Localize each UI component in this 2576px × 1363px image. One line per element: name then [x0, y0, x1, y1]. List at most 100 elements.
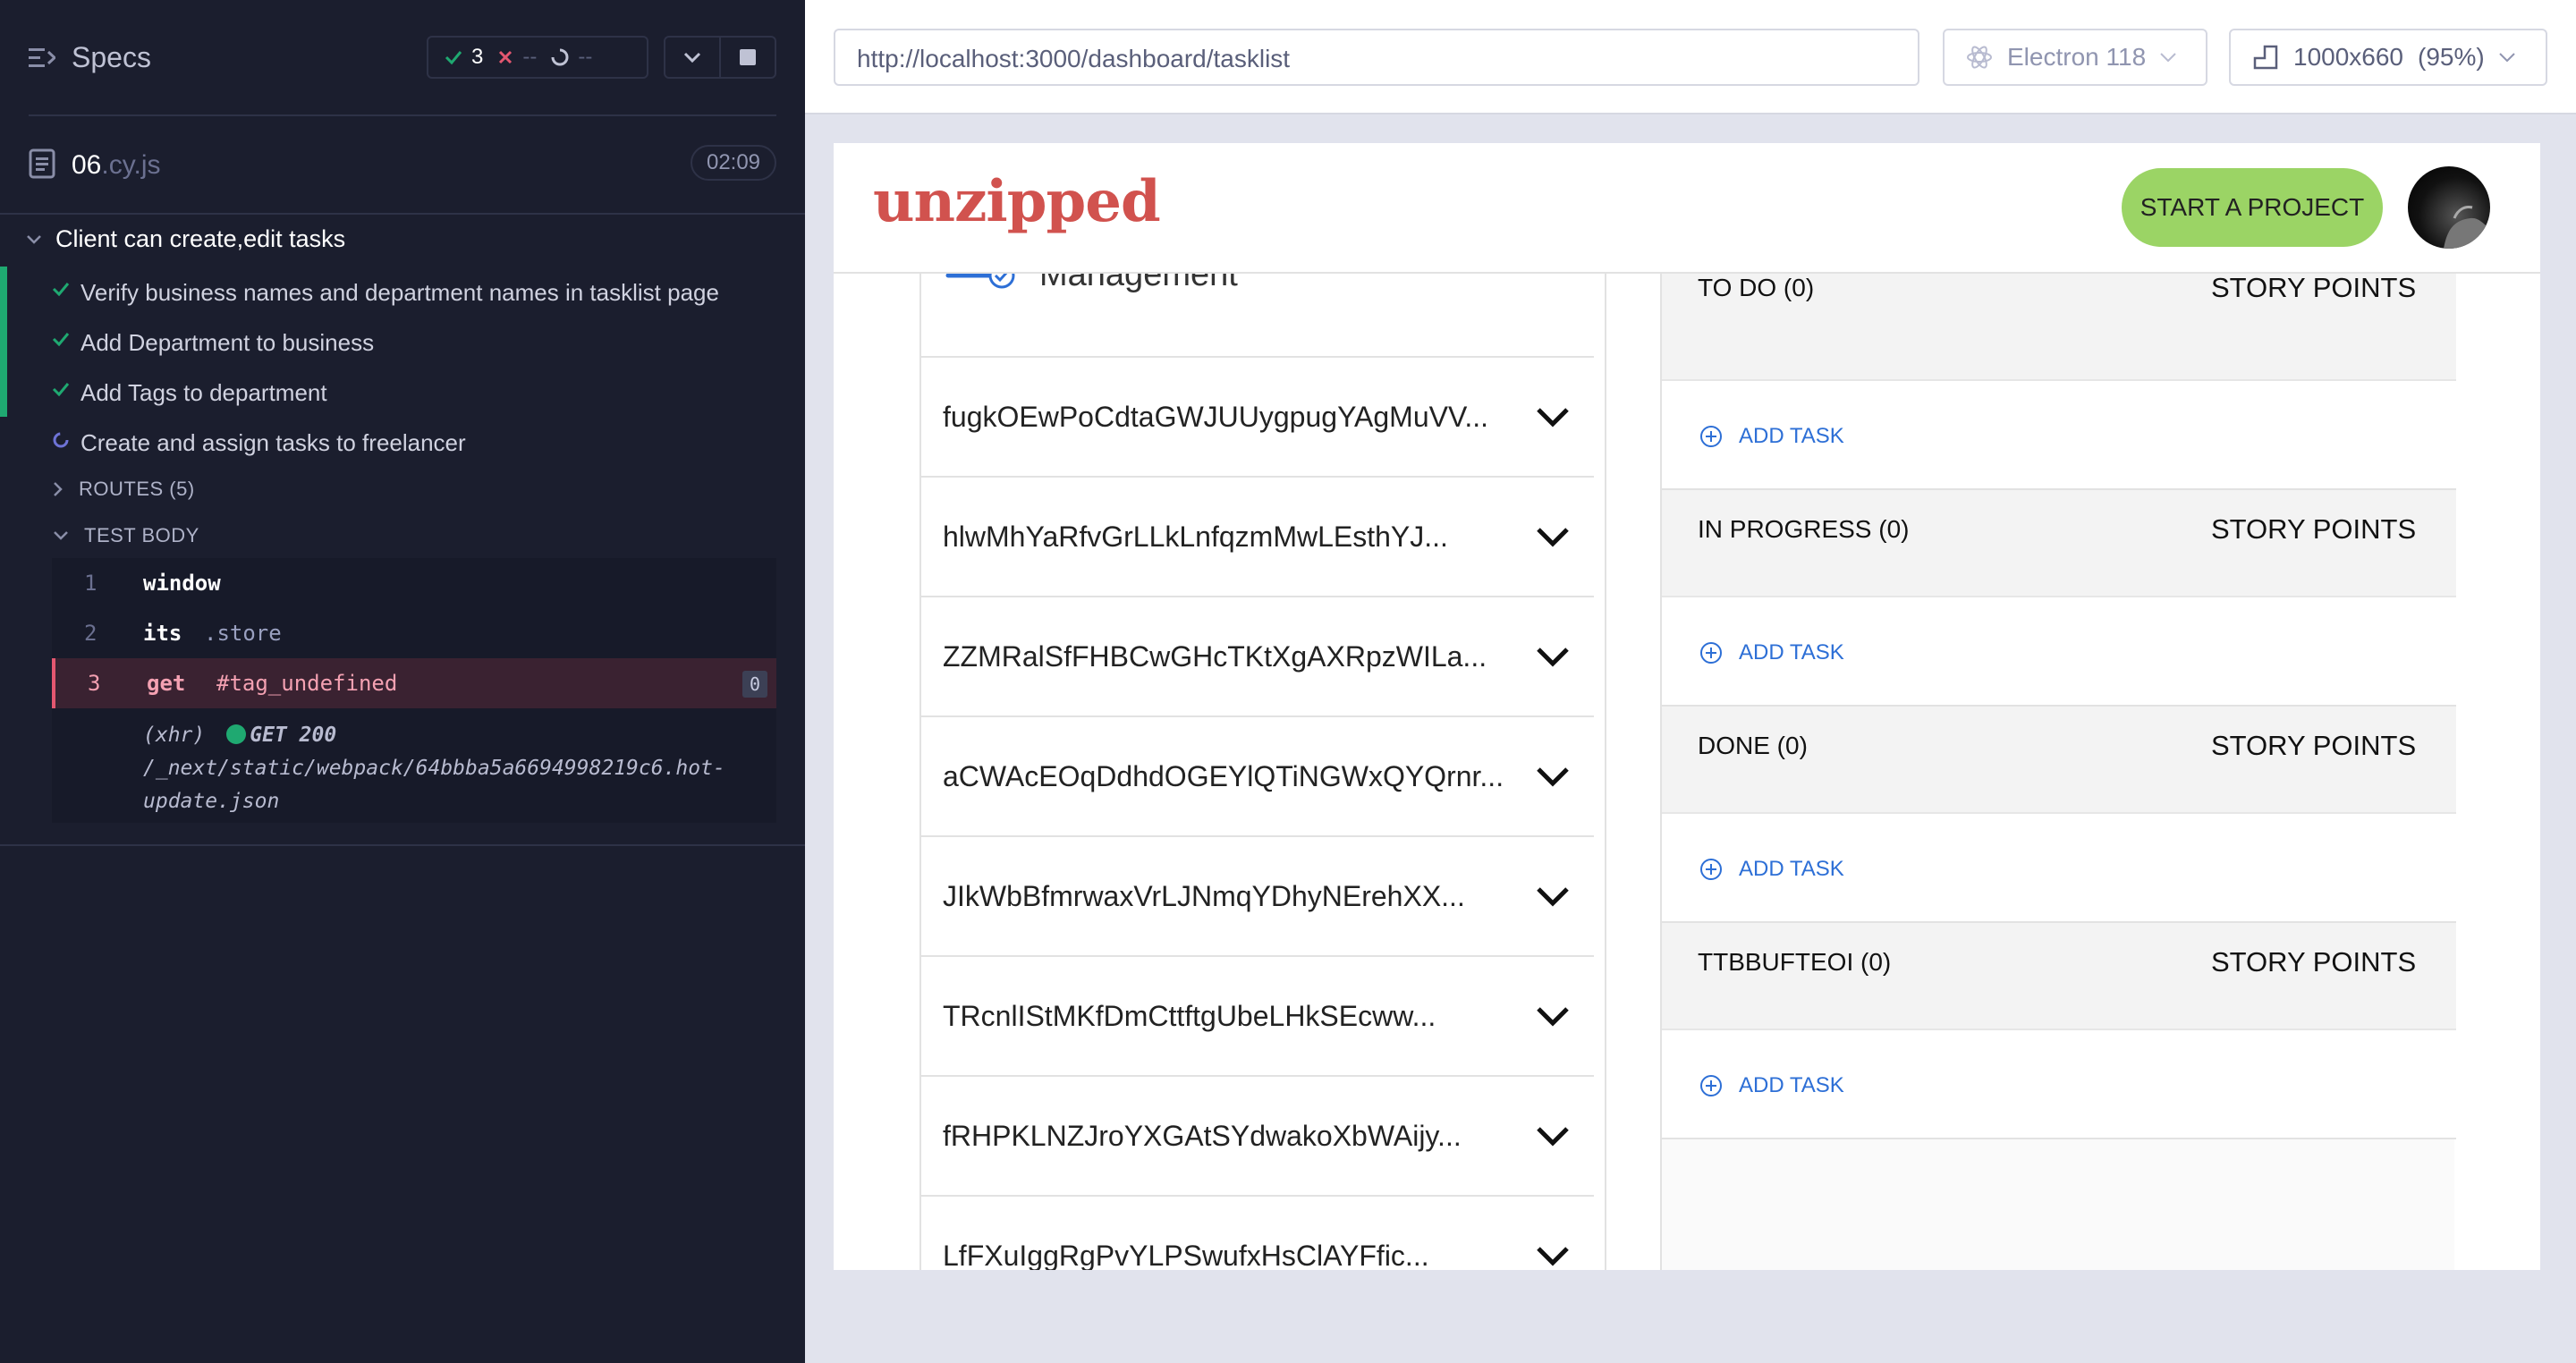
department-name: TRcnlIStMKfDmCttftgUbeLHkSEcww...	[943, 1000, 1436, 1032]
department-row[interactable]: JIkWbBfmrwaxVrLJNmqYDhyNErehXX...	[921, 837, 1594, 957]
add-task-button[interactable]: ADD TASK	[1699, 857, 1844, 882]
check-icon	[52, 333, 70, 347]
viewport-size: 1000x660	[2293, 43, 2404, 71]
department-row[interactable]: ZZMRalSfFHBCwGHcTKtXgAXRpzWILa...	[921, 597, 1594, 717]
viewport-zoom: (95%)	[2418, 43, 2485, 71]
suite-title[interactable]: Client can create,edit tasks	[27, 225, 345, 253]
status-header: DONE (0) STORY POINTS	[1662, 707, 2456, 814]
test-item[interactable]: Add Department to business	[0, 317, 805, 367]
add-task-label: ADD TASK	[1739, 424, 1844, 448]
specs-title[interactable]: Specs	[72, 41, 151, 74]
collapse-toggle-button[interactable]	[665, 38, 719, 77]
chevron-down-icon	[2160, 53, 2176, 62]
spec-file-ext: .cy.js	[101, 150, 161, 180]
plus-circle-icon	[1700, 426, 1722, 447]
department-name: fRHPKLNZJroYXGAtSYdwakoXbWAijy...	[943, 1120, 1462, 1152]
xhr-log-entry[interactable]: (xhr) GET 200 /_next/static/webpack/64bbb…	[143, 719, 769, 818]
spec-file-base: 06	[72, 150, 102, 180]
chevron-down-icon[interactable]	[1535, 885, 1571, 909]
status-label: DONE (0)	[1698, 732, 1808, 759]
cypress-runner-panel: Specs 3 -- -- 06.cy.js 02:09 Client can …	[0, 0, 805, 1363]
chevron-down-icon[interactable]	[1535, 1245, 1571, 1268]
add-task-row: ADD TASK	[1662, 597, 2456, 707]
add-task-button[interactable]: ADD TASK	[1699, 424, 1844, 449]
element-count-badge: 0	[742, 671, 767, 698]
running-spinner-icon	[53, 432, 69, 448]
add-task-row: ADD TASK	[1662, 814, 2456, 923]
chevron-down-icon[interactable]	[1535, 646, 1571, 669]
unzipped-logo[interactable]: unzipped	[873, 168, 1161, 235]
department-row[interactable]: aCWAcEOqDdhdOGEYlQTiNGWxQYQrnr...	[921, 717, 1594, 837]
test-label: Add Department to business	[80, 329, 375, 356]
xhr-method: GET 200	[250, 724, 337, 747]
command-row[interactable]: 1 window	[52, 558, 776, 608]
test-label: Verify business names and department nam…	[80, 279, 719, 306]
command-row-failed[interactable]: 3 get #tag_undefined 0	[52, 658, 776, 708]
plus-circle-icon	[1700, 642, 1722, 664]
status-label: IN PROGRESS (0)	[1698, 515, 1910, 543]
viewport-selector[interactable]: 1000x660 (95%)	[2229, 29, 2547, 86]
command-name: window	[143, 571, 221, 596]
user-avatar[interactable]	[2408, 166, 2490, 249]
passed-stat: 3	[445, 45, 483, 70]
test-label: Create and assign tasks to freelancer	[80, 429, 466, 456]
add-task-label: ADD TASK	[1739, 857, 1844, 881]
spec-file-name: 06.cy.js	[72, 150, 160, 181]
department-name: JIkWbBfmrwaxVrLJNmqYDhyNErehXX...	[943, 880, 1465, 912]
url-field[interactable]: http://localhost:3000/dashboard/tasklist	[834, 29, 1919, 86]
check-icon	[445, 51, 462, 65]
pass-indicator	[0, 267, 7, 317]
department-row[interactable]: hlwMhYaRfvGrLLkLnfqzmMwLEsthYJ...	[921, 478, 1594, 597]
browser-selector[interactable]: Electron 118	[1943, 29, 2207, 86]
test-item[interactable]: Create and assign tasks to freelancer	[0, 417, 805, 467]
suite-label: Client can create,edit tasks	[55, 225, 346, 252]
chevron-right-icon	[54, 482, 63, 496]
status-header: TO DO (0) STORY POINTS	[1662, 272, 2456, 381]
status-label: TTBBUFTEOI (0)	[1698, 948, 1892, 976]
task-board: TO DO (0) STORY POINTS ADD TASK IN PROGR…	[1660, 272, 2456, 1270]
command-name: its	[143, 621, 182, 646]
browser-name: Electron 118	[2007, 43, 2147, 71]
department-row[interactable]: fugkOEwPoCdtaGWJUUygpugYAgMuVV...	[921, 358, 1594, 478]
start-project-button[interactable]: START A PROJECT	[2122, 168, 2383, 247]
specs-menu-icon[interactable]	[29, 47, 55, 70]
status-header: IN PROGRESS (0) STORY POINTS	[1662, 490, 2456, 597]
add-task-row: ADD TASK	[1662, 1030, 2456, 1139]
status-label: TO DO (0)	[1698, 274, 1815, 301]
stop-button[interactable]	[719, 38, 775, 77]
check-icon	[52, 283, 70, 297]
chevron-down-icon[interactable]	[1535, 526, 1571, 549]
test-body-group[interactable]: TEST BODY	[54, 524, 199, 547]
add-task-button[interactable]: ADD TASK	[1699, 1073, 1844, 1098]
chevron-down-icon[interactable]	[1535, 1125, 1571, 1148]
add-task-label: ADD TASK	[1739, 640, 1844, 665]
department-row[interactable]: fRHPKLNZJroYXGAtSYdwakoXbWAijy...	[921, 1077, 1594, 1197]
department-name: aCWAcEOqDdhdOGEYlQTiNGWxQYQrnr...	[943, 760, 1504, 792]
pending-count: --	[578, 45, 593, 69]
pass-indicator	[0, 367, 7, 417]
chevron-down-icon[interactable]	[1535, 406, 1571, 429]
app-under-test: unzipped START A PROJECT Management fugk…	[834, 143, 2540, 1270]
pass-indicator	[0, 317, 7, 367]
browser-toolbar: http://localhost:3000/dashboard/tasklist…	[805, 0, 2576, 114]
status-dot-icon	[226, 724, 247, 744]
test-stats: 3 -- --	[427, 36, 648, 79]
failed-stat: --	[497, 45, 537, 70]
command-row[interactable]: 2 its .store	[52, 608, 776, 658]
routes-group[interactable]: ROUTES (5)	[54, 478, 195, 501]
department-row[interactable]: TRcnlIStMKfDmCttftgUbeLHkSEcww...	[921, 957, 1594, 1077]
department-row[interactable]: LfFXuIggRgPvYLPSwufxHsClAYFfic...	[921, 1197, 1594, 1270]
plus-circle-icon	[1700, 1075, 1722, 1096]
document-icon	[29, 148, 55, 179]
add-task-button[interactable]: ADD TASK	[1699, 640, 1844, 665]
test-item[interactable]: Verify business names and department nam…	[0, 267, 805, 317]
divider	[0, 844, 805, 846]
story-points-label: STORY POINTS	[2211, 272, 2417, 303]
xhr-url: /_next/static/webpack/64bbba5a6694998219…	[143, 757, 725, 813]
test-item[interactable]: Add Tags to department	[0, 367, 805, 417]
divider	[0, 213, 805, 215]
chevron-down-icon[interactable]	[1535, 1005, 1571, 1029]
add-task-row: ADD TASK	[1662, 381, 2456, 490]
spec-file-row[interactable]: 06.cy.js 02:09	[29, 143, 776, 188]
chevron-down-icon[interactable]	[1535, 766, 1571, 789]
